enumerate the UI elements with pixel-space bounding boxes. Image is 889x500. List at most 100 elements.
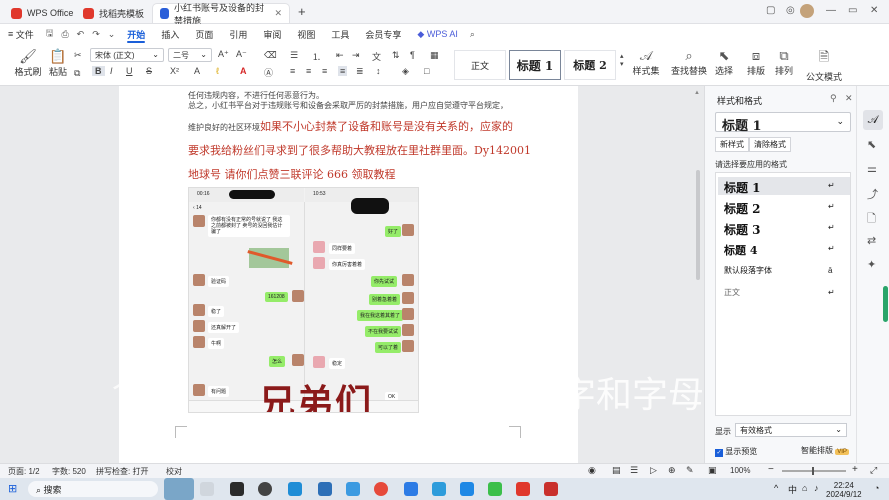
bold-button[interactable]: B (92, 66, 105, 76)
char-border-icon[interactable]: Ⓐ (264, 66, 273, 79)
tab-view[interactable]: 视图 (289, 24, 323, 44)
chat-screenshot-image[interactable]: 00:16 10:53 ‹ 14 你都有没有正常的号就说了 我这之前都被封了 卖… (188, 187, 419, 413)
style-item-h4[interactable]: 标题 4 (724, 242, 757, 258)
layout-button[interactable]: ⧈ 排版 (744, 48, 768, 77)
tab-document[interactable]: 小红书账号及设备的封禁措施 ✕ (152, 3, 290, 26)
word-count[interactable]: 字数: 520 (52, 466, 86, 477)
select-button[interactable]: ⬉ 选择 (712, 48, 736, 77)
notification-icon[interactable]: ◔ (874, 483, 879, 493)
strike-button[interactable]: S (146, 66, 152, 76)
clock[interactable]: 22:24 2024/9/12 (826, 481, 862, 499)
play-icon[interactable]: ▷ (650, 465, 657, 476)
zoom-level[interactable]: 100% (730, 466, 750, 475)
new-style-button[interactable]: 新样式 (715, 137, 749, 152)
copy-icon[interactable]: ⧉ (74, 68, 80, 79)
windows-start-icon[interactable]: ⊞ (8, 482, 17, 495)
netease-icon[interactable] (374, 482, 388, 496)
align-left-icon[interactable]: ≡ (290, 66, 295, 76)
undo-icon[interactable]: ↶ (73, 29, 89, 40)
weather-widget-icon[interactable] (164, 478, 194, 500)
shading-icon[interactable]: ◈ (402, 66, 409, 77)
avatar[interactable] (800, 4, 814, 18)
scroll-up-icon[interactable]: ▲ (694, 90, 702, 96)
pointer-icon[interactable]: ⬉ (867, 138, 876, 151)
print-icon[interactable]: ⎙ (57, 29, 72, 40)
zoom-slider[interactable] (782, 467, 846, 475)
cut-icon[interactable]: ✂ (74, 50, 82, 61)
recorder-icon[interactable] (544, 482, 558, 496)
minimize-icon[interactable]: — (826, 5, 836, 16)
dell-icon[interactable] (258, 482, 272, 496)
style-heading-1[interactable]: 标题 1 (509, 50, 561, 80)
ai-icon[interactable]: ✦ (867, 258, 876, 271)
justify-icon[interactable]: ≡ (338, 66, 348, 76)
align-right-icon[interactable]: ≡ (322, 66, 327, 76)
clear-format-icon[interactable]: ⌫ (264, 50, 277, 61)
proofread[interactable]: 校对 (166, 466, 182, 477)
find-replace-button[interactable]: ⌕ 查找替换 (670, 48, 708, 77)
close-pane-icon[interactable]: ✕ (845, 93, 853, 104)
tab-page[interactable]: 页面 (187, 24, 221, 44)
table-icon[interactable]: ▦ (430, 50, 439, 61)
close-window-icon[interactable]: ✕ (870, 5, 878, 16)
skin-icon[interactable]: ◎ (786, 5, 795, 16)
task-view-icon[interactable] (200, 482, 214, 496)
tab-review[interactable]: 审阅 (255, 24, 289, 44)
close-icon[interactable]: ✕ (274, 8, 282, 19)
grow-font-icon[interactable]: A⁺ (218, 49, 229, 60)
current-style-select[interactable]: 标题 1 ⌄ (715, 112, 851, 134)
show-filter-select[interactable]: 有效格式 ⌄ (735, 423, 847, 437)
save-icon[interactable]: 🖫 (42, 26, 58, 42)
increase-indent-icon[interactable]: ⇥ (352, 50, 360, 61)
border-icon[interactable]: □ (424, 66, 429, 76)
tab-insert[interactable]: 插入 (153, 24, 187, 44)
decrease-indent-icon[interactable]: ⇤ (336, 50, 344, 61)
pin-icon[interactable]: ⚲ (830, 93, 837, 104)
style-item-h1[interactable]: 标题 1 (724, 179, 761, 196)
tab-template[interactable]: 找稻壳模板 (76, 3, 151, 23)
bullet-list-icon[interactable]: ☰ (290, 50, 298, 61)
format-painter-button[interactable]: 🖌 格式刷 (14, 48, 42, 78)
zoom-out-icon[interactable]: − (768, 464, 774, 475)
adjust-icon[interactable]: ⚌ (867, 162, 877, 175)
show-marks-icon[interactable]: ¶ (410, 50, 415, 60)
style-item-h2[interactable]: 标题 2 (724, 200, 761, 217)
doc-tools-icon[interactable]: 🗋 (867, 210, 876, 229)
taskbar-search[interactable]: ⌕ 搜索 (28, 481, 158, 497)
photos-icon[interactable] (460, 482, 474, 496)
font-name-select[interactable]: 宋体 (正文) ⌄ (90, 48, 164, 62)
tab-reference[interactable]: 引用 (221, 24, 255, 44)
scroll-thumb[interactable] (696, 170, 700, 280)
maximize-icon[interactable]: ▭ (848, 5, 857, 16)
preview-checkbox[interactable]: ✓ 显示预览 (715, 446, 757, 457)
style-scroll-icon[interactable]: ▴ ▾ (620, 52, 624, 68)
outline-icon[interactable]: ☰ (630, 465, 638, 476)
eye-icon[interactable]: ◉ (588, 465, 596, 476)
redo-icon[interactable]: ↷ (88, 29, 104, 40)
page-indicator[interactable]: 页面: 1/2 (8, 466, 40, 477)
zoom-slider-thumb[interactable] (812, 467, 814, 475)
doc-mode-button[interactable]: 🗎 公文模式 (806, 48, 842, 83)
file-menu[interactable]: ≡ 文件 (0, 24, 42, 44)
font-effect-button[interactable]: A (194, 66, 200, 76)
spell-check[interactable]: 拼写检查: 打开 (96, 466, 148, 477)
align-center-icon[interactable]: ≡ (306, 66, 311, 76)
line-spacing-icon[interactable]: ↕ (376, 66, 381, 76)
wps-ai-button[interactable]: ◆ WPS AI (409, 24, 465, 44)
highlight-button[interactable]: ℓ (216, 66, 219, 76)
sort-icon[interactable]: ⇅ (392, 50, 400, 61)
smart-layout-button[interactable]: 智能排版 VIP (801, 445, 849, 456)
style-item-h3[interactable]: 标题 3 (724, 221, 761, 238)
new-tab-button[interactable]: + (298, 4, 306, 19)
layout-icon[interactable]: ▢ (766, 5, 775, 16)
style-normal[interactable]: 正文 (454, 50, 506, 80)
edge-icon[interactable] (288, 482, 302, 496)
chinese-layout-icon[interactable]: 文 (372, 50, 381, 63)
style-heading-2[interactable]: 标题 2 (564, 50, 616, 80)
tab-tools[interactable]: 工具 (323, 24, 357, 44)
feishu-icon[interactable] (404, 482, 418, 496)
share-side-icon[interactable]: ⤴ (867, 186, 878, 202)
italic-button[interactable]: I (110, 66, 113, 76)
vertical-scrollbar[interactable]: ▲ (694, 90, 702, 460)
ime-indicator[interactable]: 中 (788, 483, 797, 496)
